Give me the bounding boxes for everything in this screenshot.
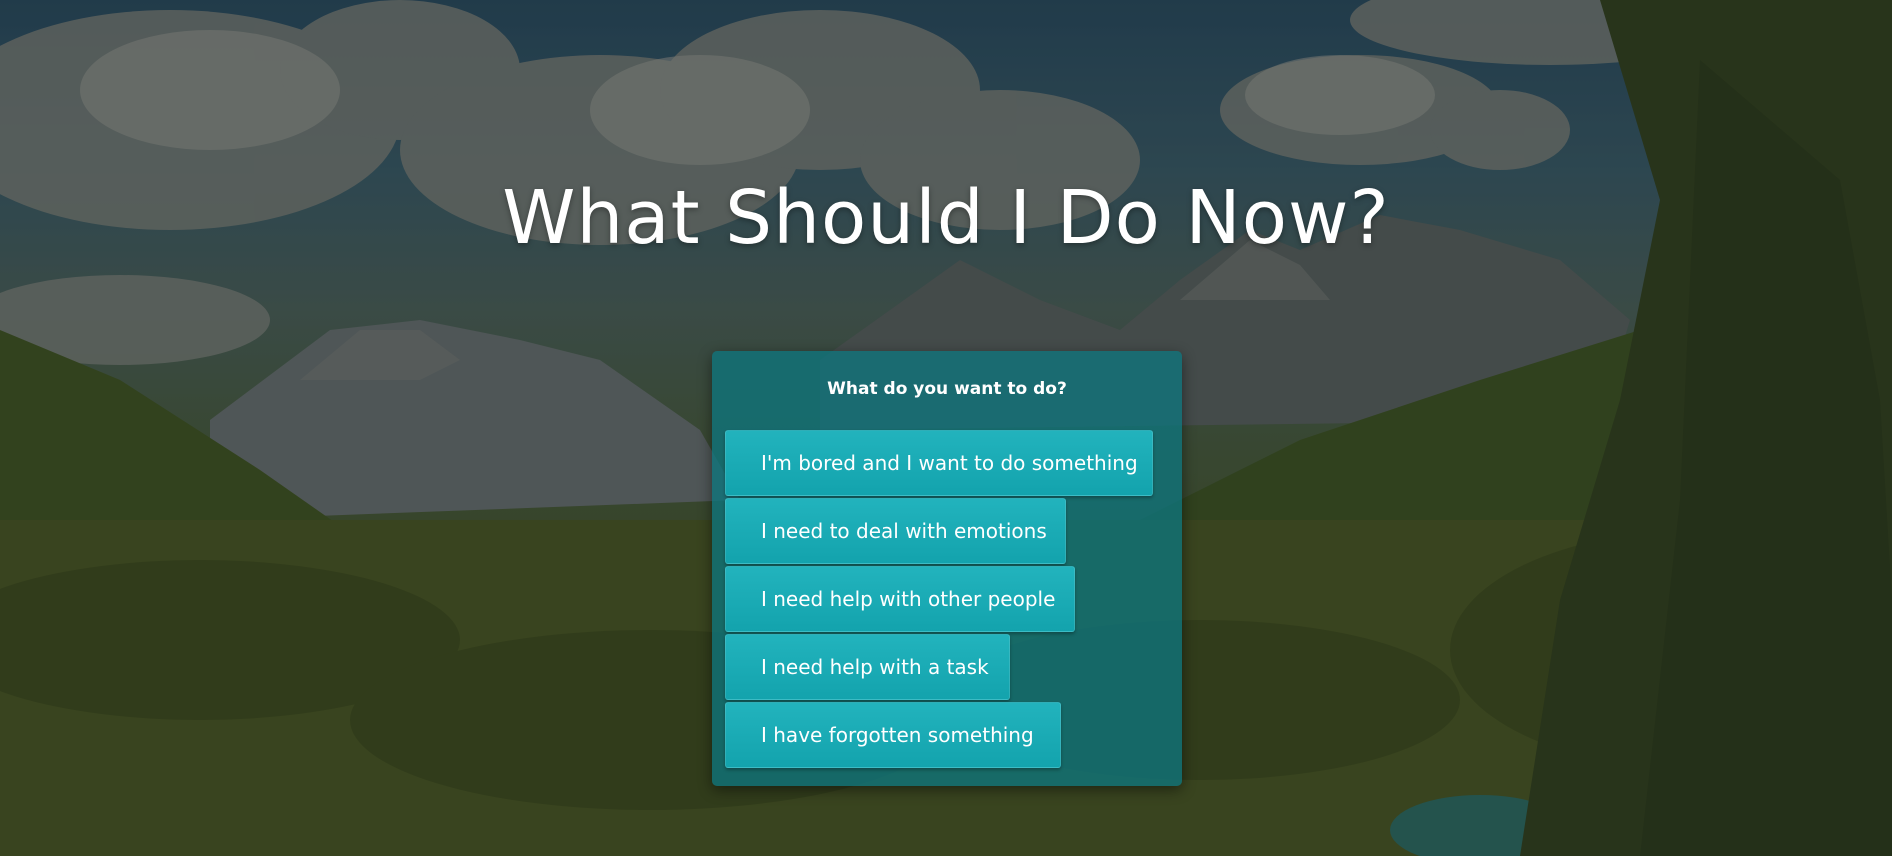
panel-heading: What do you want to do?: [827, 379, 1067, 399]
page-title: What Should I Do Now?: [502, 175, 1390, 261]
forgotten-option-button[interactable]: I have forgotten something: [725, 702, 1061, 768]
question-panel: What do you want to do? I'm bored and I …: [712, 351, 1182, 786]
other-people-option-button[interactable]: I need help with other people: [725, 566, 1075, 632]
bored-option-button[interactable]: I'm bored and I want to do something: [725, 430, 1153, 496]
task-option-button[interactable]: I need help with a task: [725, 634, 1010, 700]
background-scene: What Should I Do Now? What do you want t…: [0, 0, 1892, 856]
emotions-option-button[interactable]: I need to deal with emotions: [725, 498, 1066, 564]
